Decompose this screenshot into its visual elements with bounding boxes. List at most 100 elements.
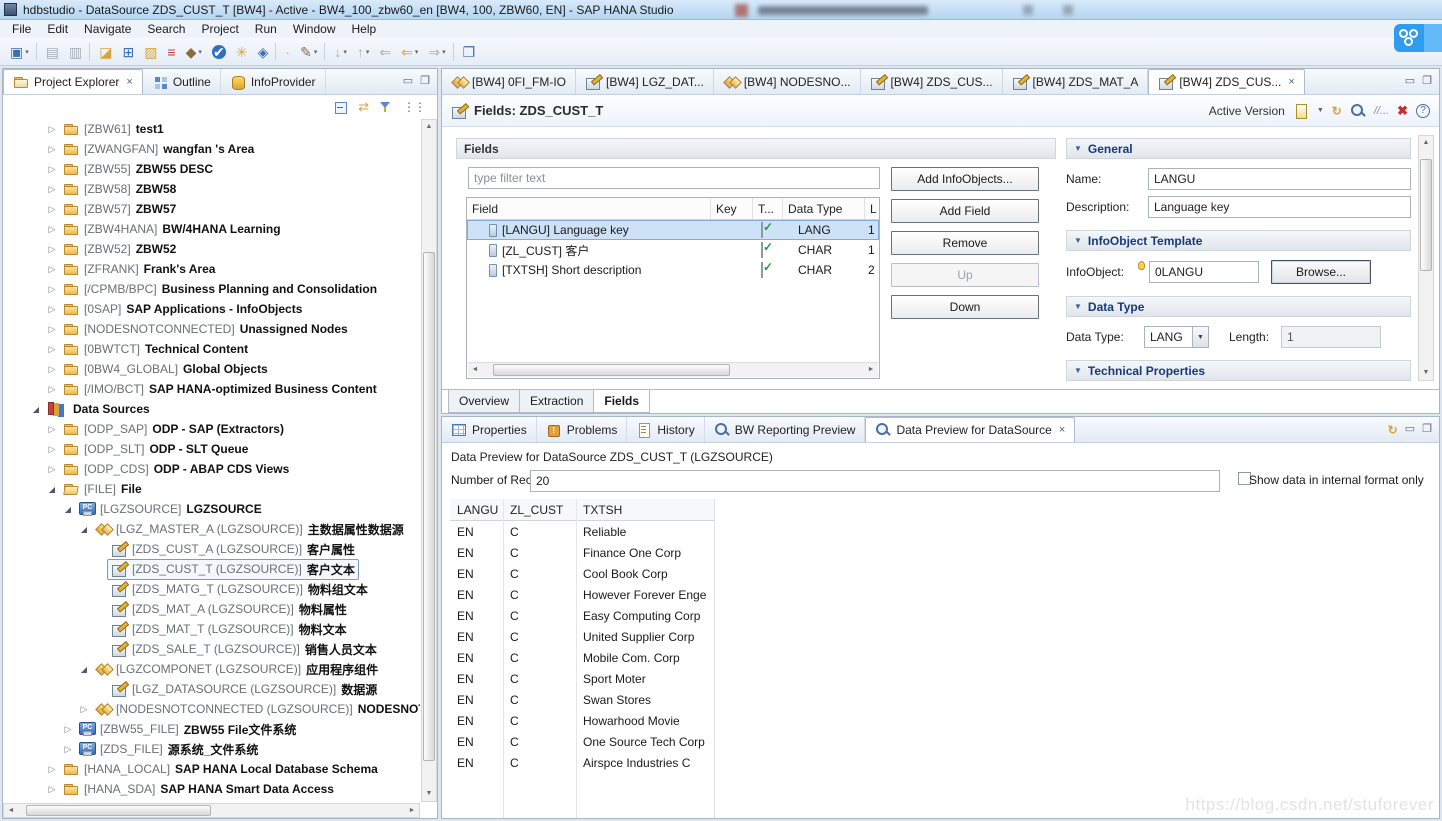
- page-tab[interactable]: Fields: [593, 390, 651, 413]
- column-header[interactable]: Key: [711, 198, 753, 219]
- expand-arrow-icon[interactable]: [77, 704, 91, 715]
- tree-item[interactable]: [ODP_CDS] ODP - ABAP CDS Views: [3, 459, 420, 479]
- toolbar-button[interactable]: ⇒ ▾: [423, 41, 450, 63]
- page-tab[interactable]: Extraction: [519, 390, 595, 413]
- scrollbar-thumb[interactable]: [423, 251, 435, 761]
- view-tab[interactable]: History: [627, 417, 705, 442]
- properties-vertical-scrollbar[interactable]: ▲ ▼: [1418, 135, 1434, 381]
- scrollbar-thumb[interactable]: [25, 805, 212, 816]
- tree-item[interactable]: [0BWTCT] Technical Content: [3, 339, 420, 359]
- fields-action-button[interactable]: Remove: [891, 231, 1039, 255]
- toolbar-button[interactable]: [451, 41, 458, 63]
- column-header[interactable]: T...: [753, 198, 783, 219]
- maximize-icon[interactable]: ❐: [420, 76, 430, 87]
- tree-item[interactable]: [ZBW57] ZBW57: [3, 199, 420, 219]
- view-tab[interactable]: Problems: [537, 417, 628, 442]
- tree-item[interactable]: Data Sources: [3, 399, 420, 419]
- scrollbar-thumb[interactable]: [1420, 158, 1432, 271]
- expand-arrow-icon[interactable]: [45, 164, 59, 175]
- table-row[interactable]: EN C Sport Moter: [450, 668, 714, 689]
- refresh-icon[interactable]: ↻: [1388, 423, 1398, 437]
- expand-arrow-icon[interactable]: [45, 124, 59, 135]
- expand-arrow-icon[interactable]: [45, 284, 59, 295]
- toolbar-button[interactable]: ◈: [253, 41, 274, 63]
- version-icon[interactable]: [1293, 103, 1309, 119]
- tree-item[interactable]: [ZFRANK] Frank's Area: [3, 259, 420, 279]
- tree-item[interactable]: [/IMO/BCT] SAP HANA-optimized Business C…: [3, 379, 420, 399]
- tree-item[interactable]: [ZBW55] ZBW55 DESC: [3, 159, 420, 179]
- view-tab[interactable]: Data Preview for DataSource ×: [865, 417, 1076, 442]
- records-count-input[interactable]: [530, 470, 1220, 492]
- menu-item[interactable]: Navigate: [76, 21, 139, 37]
- maximize-icon[interactable]: ❐: [1422, 76, 1432, 87]
- view-tab[interactable]: Outline: [143, 69, 221, 94]
- tree-item[interactable]: [ZBW55_FILE] ZBW55 File文件系统: [3, 719, 420, 739]
- column-header[interactable]: LANGU: [450, 503, 503, 517]
- data-preview-icon[interactable]: [1350, 103, 1366, 119]
- expand-arrow-icon[interactable]: [45, 184, 59, 195]
- menu-item[interactable]: Window: [285, 21, 344, 37]
- tree-item[interactable]: [ZWANGFAN] wangfan 's Area: [3, 139, 420, 159]
- toolbar-button[interactable]: [34, 41, 41, 63]
- infoobject-field[interactable]: [1149, 261, 1259, 283]
- tree-item[interactable]: [LGZSOURCE] LGZSOURCE: [3, 499, 420, 519]
- tree-item[interactable]: [ZBW58] ZBW58: [3, 179, 420, 199]
- close-icon[interactable]: ×: [1057, 424, 1065, 436]
- fields-table-horizontal-scrollbar[interactable]: ◄ ►: [468, 362, 878, 377]
- expand-arrow-icon[interactable]: [45, 224, 59, 235]
- tree-item[interactable]: [ZDS_SALE_T (LGZSOURCE)] 销售人员文本: [3, 639, 420, 659]
- editor-tab[interactable]: [BW4] LGZ_DAT...: [576, 69, 714, 94]
- description-field[interactable]: [1148, 196, 1411, 218]
- chevron-down-icon[interactable]: ▼: [1317, 107, 1324, 114]
- technical-properties-section-header[interactable]: ▼ Technical Properties: [1066, 360, 1411, 381]
- tree-item[interactable]: [NODESNOTCONNECTED] Unassigned Nodes: [3, 319, 420, 339]
- view-menu-icon[interactable]: ⋮⋮: [403, 100, 426, 114]
- view-tab[interactable]: Project Explorer ×: [3, 69, 143, 94]
- tree-item[interactable]: [ODP_SAP] ODP - SAP (Extractors): [3, 419, 420, 439]
- view-tab[interactable]: BW Reporting Preview: [705, 417, 866, 442]
- table-row[interactable]: EN C Easy Computing Corp: [450, 605, 714, 626]
- toolbar-button[interactable]: ⊞: [117, 41, 139, 63]
- expand-arrow-icon[interactable]: [61, 504, 75, 514]
- expand-arrow-icon[interactable]: [45, 324, 59, 335]
- expand-arrow-icon[interactable]: [45, 204, 59, 215]
- toolbar-button[interactable]: ·: [280, 41, 295, 63]
- tree-item[interactable]: [LGZ_DATASOURCE (LGZSOURCE)] 数据源: [3, 679, 420, 699]
- editor-tab[interactable]: [BW4] 0FI_FM-IO: [442, 69, 577, 94]
- toolbar-button[interactable]: ↓ ▾: [329, 41, 352, 63]
- menu-item[interactable]: Help: [344, 21, 385, 37]
- toolbar-button[interactable]: ◪: [94, 41, 117, 63]
- editor-tab[interactable]: [BW4] ZDS_CUS... ×: [1148, 69, 1305, 94]
- toolbar-button[interactable]: ▨: [139, 41, 162, 63]
- toolbar-button[interactable]: ✔: [207, 41, 231, 63]
- data-type-section-header[interactable]: ▼ Data Type: [1066, 296, 1411, 317]
- toolbar-button[interactable]: ▤: [41, 41, 64, 63]
- editor-tab[interactable]: [BW4] NODESNO...: [714, 69, 861, 94]
- expand-arrow-icon[interactable]: [45, 424, 59, 435]
- scrollbar-thumb[interactable]: [493, 364, 731, 376]
- transfer-checkbox[interactable]: [761, 262, 763, 278]
- tree-item[interactable]: [ZDS_CUST_T (LGZSOURCE)] 客户文本: [3, 558, 420, 580]
- menu-item[interactable]: Search: [139, 21, 193, 37]
- field-row[interactable]: [LANGU] Language key LANG 1: [467, 220, 879, 240]
- tree-item[interactable]: [ZDS_MATG_T (LGZSOURCE)] 物料组文本: [3, 579, 420, 599]
- fields-action-button[interactable]: Add Field: [891, 199, 1039, 223]
- table-row[interactable]: EN C Mobile Com. Corp: [450, 647, 714, 668]
- tree-item[interactable]: [ZDS_MAT_T (LGZSOURCE)] 物料文本: [3, 619, 420, 639]
- tree-item[interactable]: [0BW4_GLOBAL] Global Objects: [3, 359, 420, 379]
- toolbar-button[interactable]: ✳: [231, 41, 253, 63]
- tree-item[interactable]: [ODP_SLT] ODP - SLT Queue: [3, 439, 420, 459]
- expand-arrow-icon[interactable]: [45, 484, 59, 494]
- toolbar-button[interactable]: ⇐ ▾: [396, 41, 423, 63]
- table-row[interactable]: EN C Cool Book Corp: [450, 563, 714, 584]
- expand-arrow-icon[interactable]: [77, 524, 91, 534]
- column-header[interactable]: Field: [467, 198, 711, 219]
- minimize-icon[interactable]: ▭: [1405, 76, 1415, 87]
- view-tab[interactable]: InfoProvider: [221, 69, 326, 94]
- field-row[interactable]: [ZL_CUST] 客户 CHAR 1: [467, 240, 879, 260]
- toolbar-button[interactable]: ≡: [162, 41, 180, 63]
- minimize-icon[interactable]: ▭: [1405, 424, 1415, 435]
- tree-item[interactable]: [ZBW4HANA] BW/4HANA Learning: [3, 219, 420, 239]
- column-header[interactable]: Data Type: [783, 198, 865, 219]
- expand-arrow-icon[interactable]: [61, 744, 75, 755]
